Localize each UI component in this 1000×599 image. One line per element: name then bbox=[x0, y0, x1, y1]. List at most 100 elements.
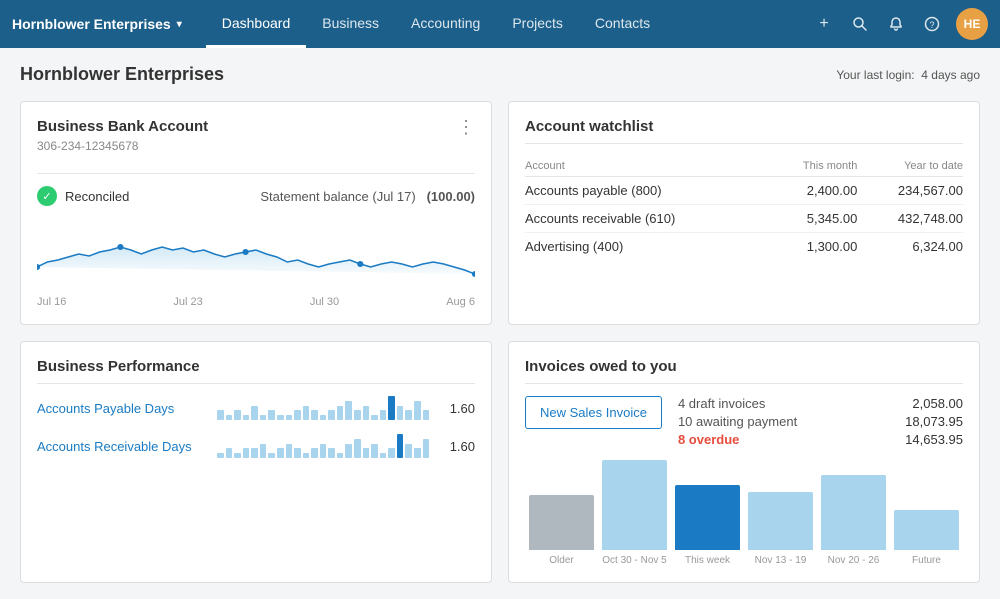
watchlist-row: Advertising (400) 1,300.00 6,324.00 bbox=[525, 233, 963, 261]
bank-divider bbox=[37, 173, 475, 174]
perf-bar bbox=[363, 448, 370, 458]
perf-bar bbox=[251, 406, 258, 420]
perf-bar bbox=[363, 406, 370, 420]
brand-chevron: ▾ bbox=[177, 19, 182, 30]
perf-bar bbox=[354, 410, 361, 420]
invoices-card: Invoices owed to you New Sales Invoice 4… bbox=[508, 341, 980, 583]
perf-bar bbox=[320, 444, 327, 458]
bank-account-card: Business Bank Account 306-234-12345678 ⋮… bbox=[20, 101, 492, 325]
perf-divider bbox=[37, 383, 475, 384]
chart-label-3: Aug 6 bbox=[446, 296, 475, 308]
perf-value-0: 1.60 bbox=[439, 401, 475, 416]
business-performance-card: Business Performance Accounts Payable Da… bbox=[20, 341, 492, 583]
perf-bar bbox=[388, 396, 395, 420]
new-invoice-button[interactable]: New Sales Invoice bbox=[525, 396, 662, 429]
chart-label-2: Jul 30 bbox=[310, 296, 339, 308]
invoice-bar-2 bbox=[675, 485, 740, 550]
perf-bar bbox=[405, 444, 412, 458]
invoices-divider bbox=[525, 383, 963, 384]
perf-label-1[interactable]: Accounts Receivable Days bbox=[37, 439, 207, 454]
bell-icon[interactable] bbox=[880, 8, 912, 40]
perf-bar bbox=[345, 401, 352, 420]
perf-bar bbox=[260, 415, 267, 420]
bar-label-2: This week bbox=[685, 555, 730, 566]
perf-bar bbox=[277, 448, 284, 458]
bar-group-5: Future bbox=[894, 510, 959, 566]
help-icon[interactable]: ? bbox=[916, 8, 948, 40]
perf-row-1: Accounts Receivable Days 1.60 bbox=[37, 434, 475, 458]
perf-bar bbox=[294, 410, 301, 420]
perf-bar bbox=[397, 406, 404, 420]
invoice-label-0: 4 draft invoices bbox=[678, 396, 765, 411]
bank-title: Business Bank Account bbox=[37, 118, 208, 135]
nav-projects[interactable]: Projects bbox=[496, 0, 579, 48]
svg-text:?: ? bbox=[930, 20, 935, 30]
invoice-label-2: 8 overdue bbox=[678, 432, 739, 447]
perf-bars-1 bbox=[217, 434, 429, 458]
invoice-bar-5 bbox=[894, 510, 959, 550]
invoice-row-1: 10 awaiting payment 18,073.95 bbox=[678, 414, 963, 429]
brand[interactable]: Hornblower Enterprises ▾ bbox=[12, 16, 182, 32]
bank-header: Business Bank Account 306-234-12345678 ⋮ bbox=[37, 118, 475, 165]
add-icon[interactable]: + bbox=[808, 8, 840, 40]
watchlist-col-this-month: This month bbox=[769, 156, 857, 177]
perf-title: Business Performance bbox=[37, 358, 475, 375]
last-login-prefix: Your last login: bbox=[836, 68, 914, 82]
bar-group-3: Nov 13 - 19 bbox=[748, 492, 813, 566]
perf-bar bbox=[226, 448, 233, 458]
watchlist-account-1: Accounts receivable (610) bbox=[525, 205, 769, 233]
perf-bar bbox=[286, 444, 293, 458]
perf-label-0[interactable]: Accounts Payable Days bbox=[37, 401, 207, 416]
watchlist-ytd-2: 6,324.00 bbox=[857, 233, 963, 261]
perf-bar bbox=[423, 410, 430, 420]
perf-bar bbox=[388, 448, 395, 458]
bank-more-button[interactable]: ⋮ bbox=[457, 118, 475, 136]
nav-business[interactable]: Business bbox=[306, 0, 395, 48]
perf-value-1: 1.60 bbox=[439, 439, 475, 454]
perf-bar bbox=[217, 453, 224, 458]
bar-label-5: Future bbox=[912, 555, 941, 566]
chart-label-1: Jul 23 bbox=[173, 296, 202, 308]
invoice-summary: 4 draft invoices 2,058.00 10 awaiting pa… bbox=[678, 396, 963, 450]
perf-bar bbox=[260, 444, 267, 458]
bank-status: ✓ Reconciled Statement balance (Jul 17) … bbox=[37, 186, 475, 206]
bar-group-0: Older bbox=[529, 495, 594, 566]
search-icon[interactable] bbox=[844, 8, 876, 40]
brand-name: Hornblower Enterprises bbox=[12, 16, 171, 32]
perf-bar bbox=[268, 410, 275, 420]
watchlist-ytd-0: 234,567.00 bbox=[857, 177, 963, 205]
perf-bar bbox=[251, 448, 258, 458]
page-header: Hornblower Enterprises Your last login: … bbox=[20, 64, 980, 85]
nav-contacts[interactable]: Contacts bbox=[579, 0, 666, 48]
perf-bar bbox=[328, 410, 335, 420]
last-login: Your last login: 4 days ago bbox=[836, 68, 980, 82]
invoice-top: New Sales Invoice 4 draft invoices 2,058… bbox=[525, 396, 963, 450]
perf-bar bbox=[380, 453, 387, 458]
perf-bar bbox=[397, 434, 404, 458]
perf-bar bbox=[414, 401, 421, 420]
perf-bar bbox=[311, 448, 318, 458]
nav-accounting[interactable]: Accounting bbox=[395, 0, 496, 48]
invoice-bar-4 bbox=[821, 475, 886, 550]
user-avatar[interactable]: HE bbox=[956, 8, 988, 40]
nav-links: Dashboard Business Accounting Projects C… bbox=[206, 0, 808, 48]
chart-labels: Jul 16 Jul 23 Jul 30 Aug 6 bbox=[37, 296, 475, 308]
perf-bar bbox=[243, 415, 250, 420]
perf-bar bbox=[234, 453, 241, 458]
watchlist-month-1: 5,345.00 bbox=[769, 205, 857, 233]
watchlist-account-0: Accounts payable (800) bbox=[525, 177, 769, 205]
bank-title-group: Business Bank Account 306-234-12345678 bbox=[37, 118, 208, 165]
perf-bar bbox=[286, 415, 293, 420]
reconciled-icon: ✓ bbox=[37, 186, 57, 206]
bank-chart bbox=[37, 212, 475, 292]
watchlist-title: Account watchlist bbox=[525, 118, 963, 135]
perf-bar bbox=[234, 410, 241, 420]
perf-bars-0 bbox=[217, 396, 429, 420]
dashboard-grid: Business Bank Account 306-234-12345678 ⋮… bbox=[20, 101, 980, 583]
invoice-row-0: 4 draft invoices 2,058.00 bbox=[678, 396, 963, 411]
watchlist-divider bbox=[525, 143, 963, 144]
nav-dashboard[interactable]: Dashboard bbox=[206, 0, 307, 48]
bar-group-4: Nov 20 - 26 bbox=[821, 475, 886, 566]
invoice-bar-0 bbox=[529, 495, 594, 550]
reconciled-label: Reconciled bbox=[65, 189, 129, 204]
